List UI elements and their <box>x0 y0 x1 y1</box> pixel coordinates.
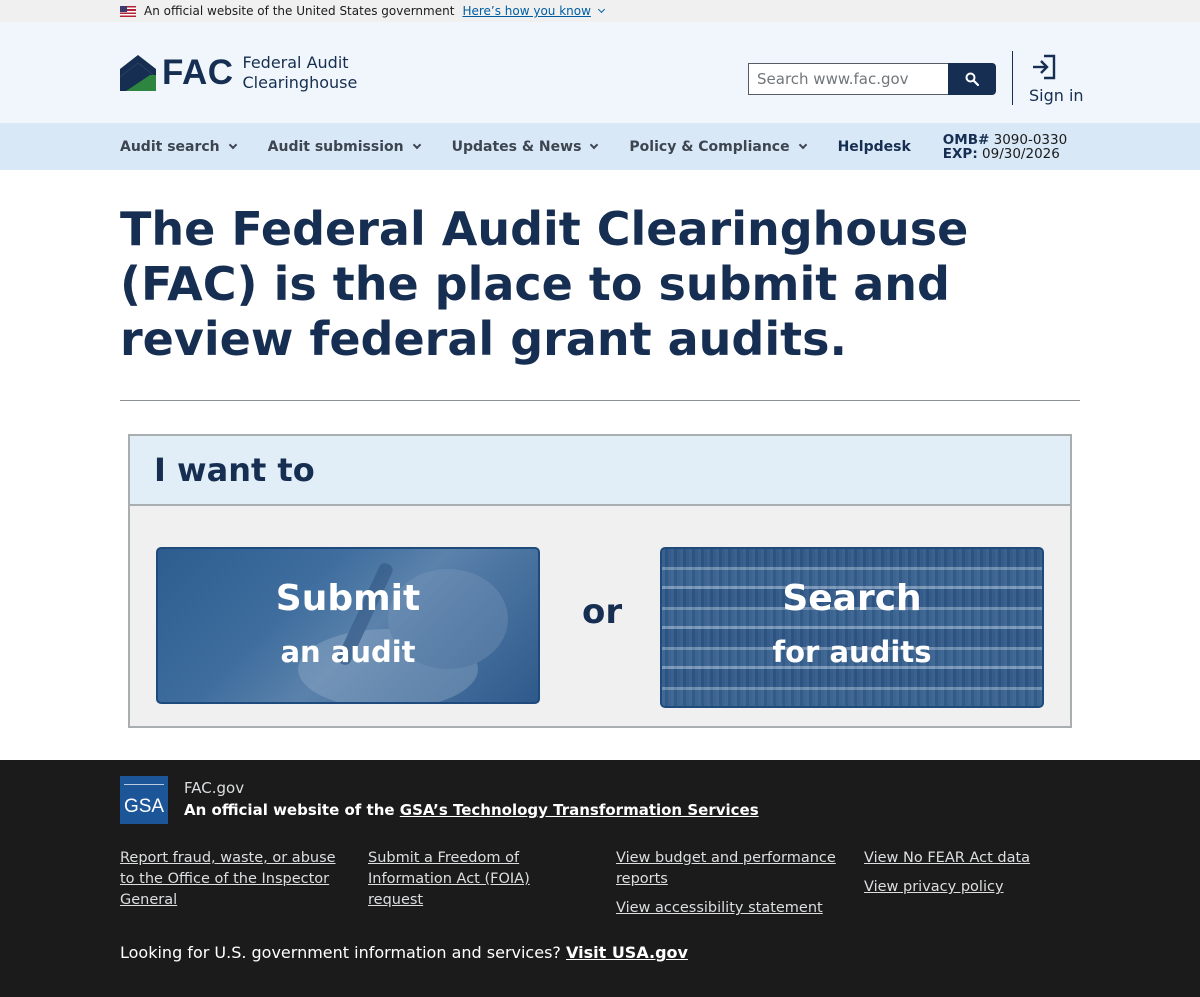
chevron-down-icon <box>228 140 237 149</box>
search-card-text: Search for audits <box>662 578 1042 670</box>
nav-label: Audit search <box>120 138 220 155</box>
primary-nav: Audit search Audit submission Updates & … <box>0 123 1200 170</box>
header-divider <box>1012 51 1013 105</box>
foia-link[interactable]: Submit a Freedom of Information Act (FOI… <box>368 848 588 911</box>
omb-info: OMB# 3090-0330 EXP: 09/30/2026 <box>943 133 1067 161</box>
logo-subtitle-line2: Clearinghouse <box>242 73 358 92</box>
nav-label: Policy & Compliance <box>629 138 790 155</box>
nav-audit-submission[interactable]: Audit submission <box>267 138 421 155</box>
footer-usagov-text: Looking for U.S. government information … <box>120 943 561 962</box>
submit-card-subtitle: an audit <box>280 635 416 669</box>
site-search <box>748 63 996 95</box>
chevron-down-icon <box>412 140 421 149</box>
or-separator: or <box>582 592 623 632</box>
page-title: The Federal Audit Clearinghouse (FAC) is… <box>120 202 969 366</box>
budget-performance-link[interactable]: View budget and performance reports <box>616 848 836 890</box>
sign-in-button[interactable]: Sign in <box>1029 54 1084 105</box>
chevron-down-icon <box>590 140 599 149</box>
how-you-know-link[interactable]: Here’s how you know <box>462 4 605 18</box>
report-fraud-link[interactable]: Report fraud, waste, or abuse to the Off… <box>120 848 340 911</box>
section-divider <box>120 400 1080 401</box>
nav-label: Updates & News <box>451 138 582 155</box>
submit-audit-card[interactable]: Submit an audit <box>156 547 540 704</box>
logo-wordmark: FAC <box>162 53 234 92</box>
us-flag-icon <box>120 5 136 17</box>
panel-heading: I want to <box>130 436 1070 506</box>
gsa-tts-link[interactable]: GSA’s Technology Transformation Services <box>400 801 759 819</box>
fac-house-logo-icon <box>120 55 156 91</box>
how-you-know-label: Here’s how you know <box>462 4 591 18</box>
footer-col-3: View budget and performance reports View… <box>616 848 836 927</box>
no-fear-link[interactable]: View No FEAR Act data <box>864 848 1084 869</box>
accessibility-link[interactable]: View accessibility statement <box>616 898 836 919</box>
footer-usagov-line: Looking for U.S. government information … <box>120 943 688 962</box>
nav-policy-compliance[interactable]: Policy & Compliance <box>629 138 807 155</box>
exp-label: EXP: <box>942 145 978 162</box>
gov-banner-text: An official website of the United States… <box>144 4 455 18</box>
nav-updates-news[interactable]: Updates & News <box>451 138 599 155</box>
gsa-logo: GSA <box>120 776 168 824</box>
chevron-down-icon <box>798 140 807 149</box>
sign-in-label: Sign in <box>1029 86 1084 105</box>
footer-official-line: An official website of the GSA’s Technol… <box>184 801 759 819</box>
search-button[interactable] <box>948 63 996 95</box>
search-audits-card[interactable]: Search for audits <box>660 547 1044 708</box>
login-icon <box>1033 54 1056 80</box>
gov-banner: An official website of the United States… <box>0 0 1200 22</box>
footer-official-prefix: An official website of the <box>184 801 395 819</box>
nav-audit-search[interactable]: Audit search <box>120 138 237 155</box>
fac-logo-link[interactable]: FAC Federal Audit Clearinghouse <box>120 53 357 93</box>
search-input[interactable] <box>748 63 948 95</box>
privacy-link[interactable]: View privacy policy <box>864 877 1084 898</box>
search-card-subtitle: for audits <box>772 635 932 669</box>
usa-gov-link[interactable]: Visit USA.gov <box>566 943 688 962</box>
submit-card-title: Submit <box>275 578 421 619</box>
logo-subtitle-line1: Federal Audit <box>242 53 349 72</box>
footer-col-2: Submit a Freedom of Information Act (FOI… <box>368 848 588 919</box>
search-icon <box>965 72 979 86</box>
submit-card-text: Submit an audit <box>158 578 538 670</box>
site-header: FAC Federal Audit Clearinghouse Sign in <box>0 22 1200 123</box>
footer-col-1: Report fraud, waste, or abuse to the Off… <box>120 848 340 919</box>
nav-helpdesk-link[interactable]: Helpdesk <box>838 139 911 155</box>
footer-site-name: FAC.gov <box>184 779 245 797</box>
logo-subtitle: Federal Audit Clearinghouse <box>243 53 358 93</box>
search-card-title: Search <box>782 578 922 619</box>
exp-value: 09/30/2026 <box>982 145 1060 162</box>
i-want-to-panel: I want to Submit an audit or Search for … <box>128 434 1072 728</box>
nav-label: Audit submission <box>267 138 404 155</box>
footer-col-4: View No FEAR Act data View privacy polic… <box>864 848 1084 906</box>
chevron-down-icon <box>597 5 605 14</box>
site-footer: GSA FAC.gov An official website of the G… <box>0 760 1200 997</box>
